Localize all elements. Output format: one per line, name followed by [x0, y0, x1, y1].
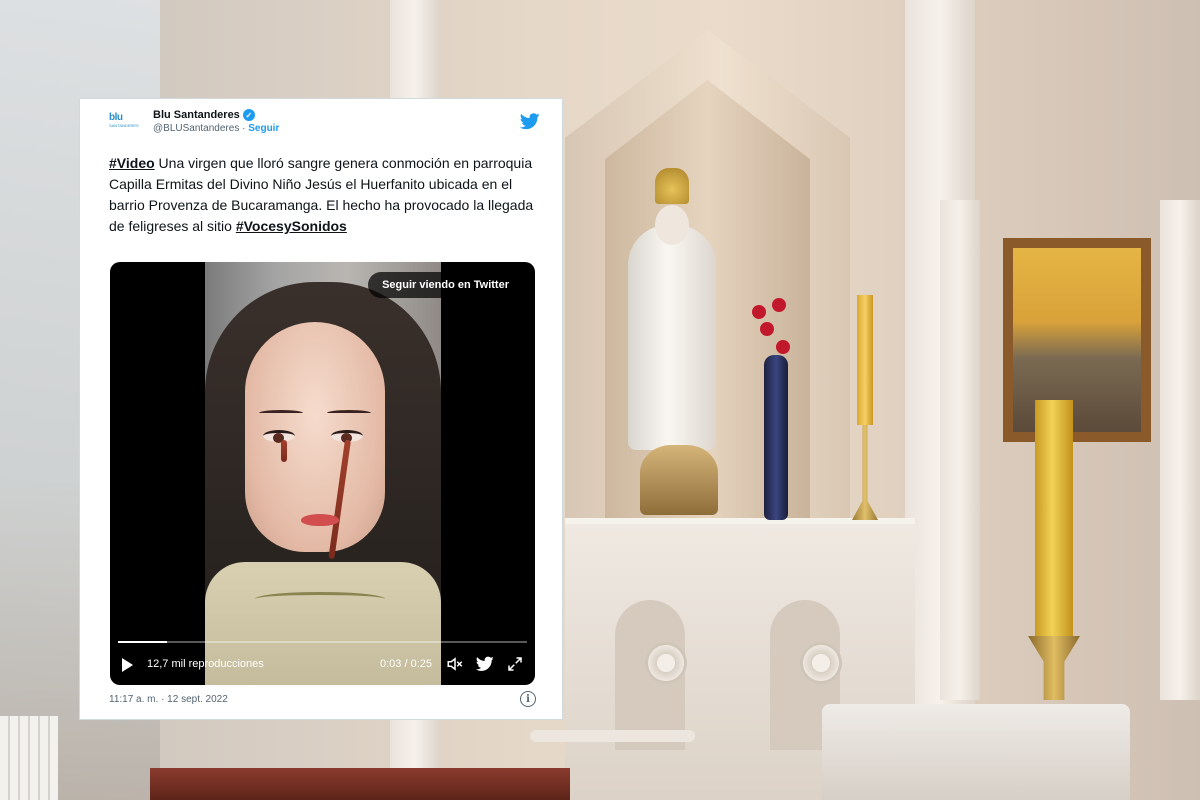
blood-tear [328, 439, 351, 560]
hashtag-link[interactable]: #VocesySonidos [236, 218, 347, 234]
candle-stand [852, 425, 878, 520]
blood-tear [281, 440, 287, 462]
paschal-candle [1035, 400, 1073, 640]
statue-lips [301, 514, 339, 526]
verified-badge-icon: ✓ [242, 109, 255, 121]
statue-pedestal [640, 445, 718, 515]
video-progress-fill [118, 641, 168, 643]
eyebrow [259, 410, 303, 416]
tweet-text: #Video Una virgen que lloró sangre gener… [109, 153, 547, 237]
eyebrow [327, 410, 371, 416]
rose [772, 298, 786, 312]
video-controls: 12,7 mil reproducciones 0:03 / 0:25 [110, 652, 535, 678]
rose [776, 340, 790, 354]
bench [150, 768, 570, 800]
altar-rosette [800, 642, 842, 684]
statue-crown [655, 168, 689, 204]
play-icon[interactable] [122, 658, 133, 672]
author: Blu Santanderes ✓ @BLUSantanderes · Segu… [153, 109, 279, 134]
video-player[interactable]: Seguir viendo en Twitter 12,7 mil reprod… [110, 262, 535, 685]
handle-line: @BLUSantanderes · Seguir [153, 123, 279, 134]
video-progress-bar[interactable] [118, 641, 527, 643]
author-name[interactable]: Blu Santanderes [153, 109, 240, 121]
twitter-bird-icon[interactable] [476, 655, 494, 673]
fullscreen-icon[interactable] [506, 655, 524, 673]
twitter-bird-icon[interactable] [520, 113, 540, 130]
candle [857, 295, 873, 425]
video-time: 0:03 / 0:25 [380, 658, 432, 670]
tweet-card[interactable]: blu SANTANDERES Blu Santanderes ✓ @BLUSa… [79, 98, 563, 720]
flower-vase [764, 355, 788, 520]
hashtag-link[interactable]: #Video [109, 155, 155, 171]
tweet-header: blu SANTANDERES Blu Santanderes ✓ @BLUSa… [109, 109, 540, 139]
volume-icon[interactable] [446, 655, 464, 673]
radiator [0, 716, 58, 800]
continue-on-twitter-button[interactable]: Seguir viendo en Twitter [368, 272, 523, 298]
author-name-row[interactable]: Blu Santanderes ✓ [153, 109, 279, 121]
avatar-logo: blu [109, 112, 123, 123]
tweet-timestamp[interactable]: 11:17 a. m. · 12 sept. 2022 [109, 694, 228, 705]
religious-icon-painting [1003, 238, 1151, 442]
info-icon[interactable]: i [520, 691, 536, 707]
stone-column [1160, 200, 1200, 700]
follow-link[interactable]: Seguir [248, 123, 279, 134]
video-frame[interactable] [205, 262, 441, 685]
statue-head [655, 205, 689, 245]
avatar-subtext: SANTANDERES [109, 123, 139, 128]
altar-rosette [645, 642, 687, 684]
paschal-candle-stand [1028, 636, 1080, 700]
author-handle[interactable]: @BLUSantanderes [153, 123, 239, 134]
statue-face [245, 322, 385, 560]
virgin-statue [628, 225, 716, 450]
statue-collar [255, 592, 385, 606]
rose [760, 322, 774, 336]
separator: · [242, 123, 246, 134]
stone-column [940, 200, 980, 700]
side-table [530, 730, 695, 742]
rose [752, 305, 766, 319]
avatar[interactable]: blu SANTANDERES [109, 112, 139, 135]
eye [263, 430, 295, 443]
view-count: 12,7 mil reproducciones [147, 658, 264, 670]
baptismal-font [822, 704, 1130, 800]
